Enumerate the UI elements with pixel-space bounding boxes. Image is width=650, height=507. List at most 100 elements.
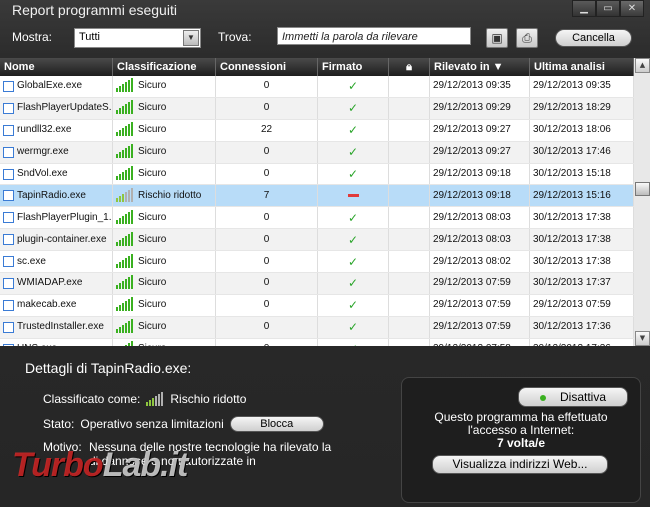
classified-line: Classificato come: Rischio ridotto <box>43 392 246 406</box>
header-ultima-analisi[interactable]: Ultima analisi <box>530 58 634 76</box>
cell-detected: 29/12/2013 08:03 <box>430 229 530 251</box>
classification-value: Sicuro <box>138 80 167 92</box>
cell-connections: 7 <box>216 185 318 207</box>
minimize-icon[interactable]: ▁ <box>572 0 596 17</box>
state-value: Operativo senza limitazioni <box>80 417 224 431</box>
cell-last-analysis: 29/12/2013 15:16 <box>530 185 634 207</box>
header-firmato[interactable]: Firmato <box>318 58 389 76</box>
print-icon[interactable]: ⎙ <box>516 28 538 48</box>
cell-classification: Sicuro <box>113 97 216 119</box>
check-icon: ✓ <box>347 145 359 160</box>
table-row[interactable]: plugin-container.exe Sicuro 0 ✓ 29/12/2013 0… <box>0 229 634 252</box>
classification-value: Sicuro <box>138 168 167 179</box>
title-bar: Report programmi eseguiti ▁ ▭ ✕ <box>0 0 650 22</box>
cell-lock <box>389 97 430 119</box>
cell-last-analysis: 30/12/2013 17:38 <box>530 229 634 251</box>
cell-last-analysis: 29/12/2013 07:59 <box>530 294 634 316</box>
file-icon <box>3 124 14 136</box>
file-icon <box>3 299 14 311</box>
cell-classification: Sicuro <box>113 141 216 163</box>
access-count: 7 volta/e <box>496 436 546 450</box>
cell-connections: 0 <box>216 97 318 119</box>
check-icon: ✓ <box>347 123 359 138</box>
cell-lock <box>389 294 430 316</box>
last-analysis-value: 30/12/2013 17:46 <box>533 146 611 158</box>
cell-last-analysis: 30/12/2013 17:46 <box>530 141 634 163</box>
table-row[interactable]: UNS.exe Sicuro 0 ✓ 29/12/2013 07:58 30/12/201… <box>0 338 634 346</box>
table-row[interactable]: FlashPlayerUpdateS... Sicuro 0 ✓ 29/12/2013 … <box>0 97 634 120</box>
table-row[interactable]: FlashPlayerPlugin_1... Sicuro 0 ✓ 29/12/2013… <box>0 207 634 230</box>
header-lock[interactable]: 🔒︎ <box>389 58 430 76</box>
detected-value: 29/12/2013 09:35 <box>433 80 511 92</box>
cell-detected: 29/12/2013 07:59 <box>430 273 530 294</box>
cell-lock <box>389 76 430 97</box>
watermark-logo: TurboLab.it <box>12 446 188 484</box>
status-dot-icon <box>539 394 546 401</box>
table-row[interactable]: TrustedInstaller.exe Sicuro 0 ✓ 29/12/2013 0… <box>0 316 634 339</box>
check-icon: ✓ <box>347 167 359 181</box>
last-analysis-value: 30/12/2013 17:38 <box>533 255 611 267</box>
program-name: wermgr.exe <box>17 146 69 158</box>
rating-bars-icon <box>116 144 134 159</box>
table-row[interactable]: WMIADAP.exe Sicuro 0 ✓ 29/12/2013 07:59 30/12… <box>0 273 634 295</box>
header-rilevato[interactable]: Rilevato in ▼ <box>430 58 530 76</box>
mostra-value: Tutti <box>79 31 100 43</box>
detected-value: 29/12/2013 08:02 <box>433 255 511 267</box>
search-input[interactable]: Immetti la parola da rilevare <box>277 27 471 45</box>
mostra-select[interactable]: Tutti ▼ <box>74 28 201 48</box>
cell-last-analysis: 30/12/2013 17:36 <box>530 338 634 346</box>
cell-connections: 0 <box>216 251 318 273</box>
block-button[interactable]: Blocca <box>229 416 324 432</box>
table-row[interactable]: TapinRadio.exe Rischio ridotto 7 29/12/2013… <box>0 185 634 208</box>
detected-value: 29/12/2013 07:58 <box>433 339 511 346</box>
program-name: TapinRadio.exe <box>17 189 86 201</box>
cell-connections: 0 <box>216 294 318 316</box>
last-analysis-value: 30/12/2013 18:06 <box>533 124 611 136</box>
maximize-icon[interactable]: ▭ <box>596 0 620 17</box>
cell-signed: ✓ <box>318 97 389 119</box>
rating-bars-icon <box>116 187 134 202</box>
view-web-addresses-button[interactable]: Visualizza indirizzi Web... <box>432 455 608 474</box>
internet-access-panel: Disattiva Questo programma ha effettuato… <box>401 377 641 503</box>
chevron-down-icon[interactable]: ▼ <box>183 30 199 46</box>
table-row[interactable]: wermgr.exe Sicuro 0 ✓ 29/12/2013 09:27 30/12/… <box>0 141 634 164</box>
header-connessioni[interactable]: Connessioni <box>216 58 318 76</box>
header-classificazione[interactable]: Classificazione <box>113 58 216 76</box>
save-icon[interactable]: ▣ <box>486 28 508 48</box>
connections-value: 0 <box>263 146 270 158</box>
table-row[interactable]: sc.exe Sicuro 0 ✓ 29/12/2013 08:02 30/12/2013… <box>0 251 634 274</box>
cell-name: WMIADAP.exe <box>0 273 113 294</box>
last-analysis-value: 30/12/2013 17:38 <box>533 233 611 245</box>
scroll-thumb[interactable] <box>635 182 650 196</box>
cancel-button[interactable]: Cancella <box>555 29 632 47</box>
scroll-down-icon[interactable]: ▼ <box>635 331 650 346</box>
cell-classification: Sicuro <box>113 229 216 251</box>
table-row[interactable]: GlobalExe.exe Sicuro 0 ✓ 29/12/2013 09:35 29/… <box>0 76 634 98</box>
cell-signed: ✓ <box>318 119 389 141</box>
last-analysis-value: 29/12/2013 07:59 <box>533 299 611 311</box>
cell-lock <box>389 316 430 338</box>
state-line: Stato: Operativo senza limitazioni Blocc… <box>43 416 324 432</box>
window-controls: ▁ ▭ ✕ <box>572 0 644 17</box>
table-scrollbar[interactable]: ▲ ▼ <box>634 58 650 346</box>
table-row[interactable]: rundll32.exe Sicuro 22 ✓ 29/12/2013 09:27 30/… <box>0 119 634 142</box>
classification-value: Sicuro <box>138 102 167 114</box>
cell-signed: ✓ <box>318 141 389 163</box>
cell-last-analysis: 30/12/2013 17:36 <box>530 316 634 338</box>
last-analysis-value: 30/12/2013 15:18 <box>533 168 611 179</box>
rating-bars-icon <box>116 297 134 312</box>
toggle-button[interactable]: Disattiva <box>518 387 628 407</box>
table-header: Nome Classificazione Connessioni Firmato… <box>0 58 634 76</box>
close-icon[interactable]: ✕ <box>620 0 644 17</box>
table-row[interactable]: SndVol.exe Sicuro 0 ✓ 29/12/2013 09:18 30/12/… <box>0 163 634 186</box>
detected-value: 29/12/2013 08:03 <box>433 211 511 223</box>
cell-detected: 29/12/2013 09:27 <box>430 119 530 141</box>
mostra-label: Mostra: <box>12 30 53 44</box>
detected-value: 29/12/2013 09:18 <box>433 168 511 179</box>
cell-name: SndVol.exe <box>0 163 113 185</box>
table-row[interactable]: makecab.exe Sicuro 0 ✓ 29/12/2013 07:59 29/12… <box>0 294 634 317</box>
cell-lock <box>389 119 430 141</box>
header-nome[interactable]: Nome <box>0 58 113 76</box>
scroll-up-icon[interactable]: ▲ <box>635 58 650 73</box>
cell-name: makecab.exe <box>0 294 113 316</box>
